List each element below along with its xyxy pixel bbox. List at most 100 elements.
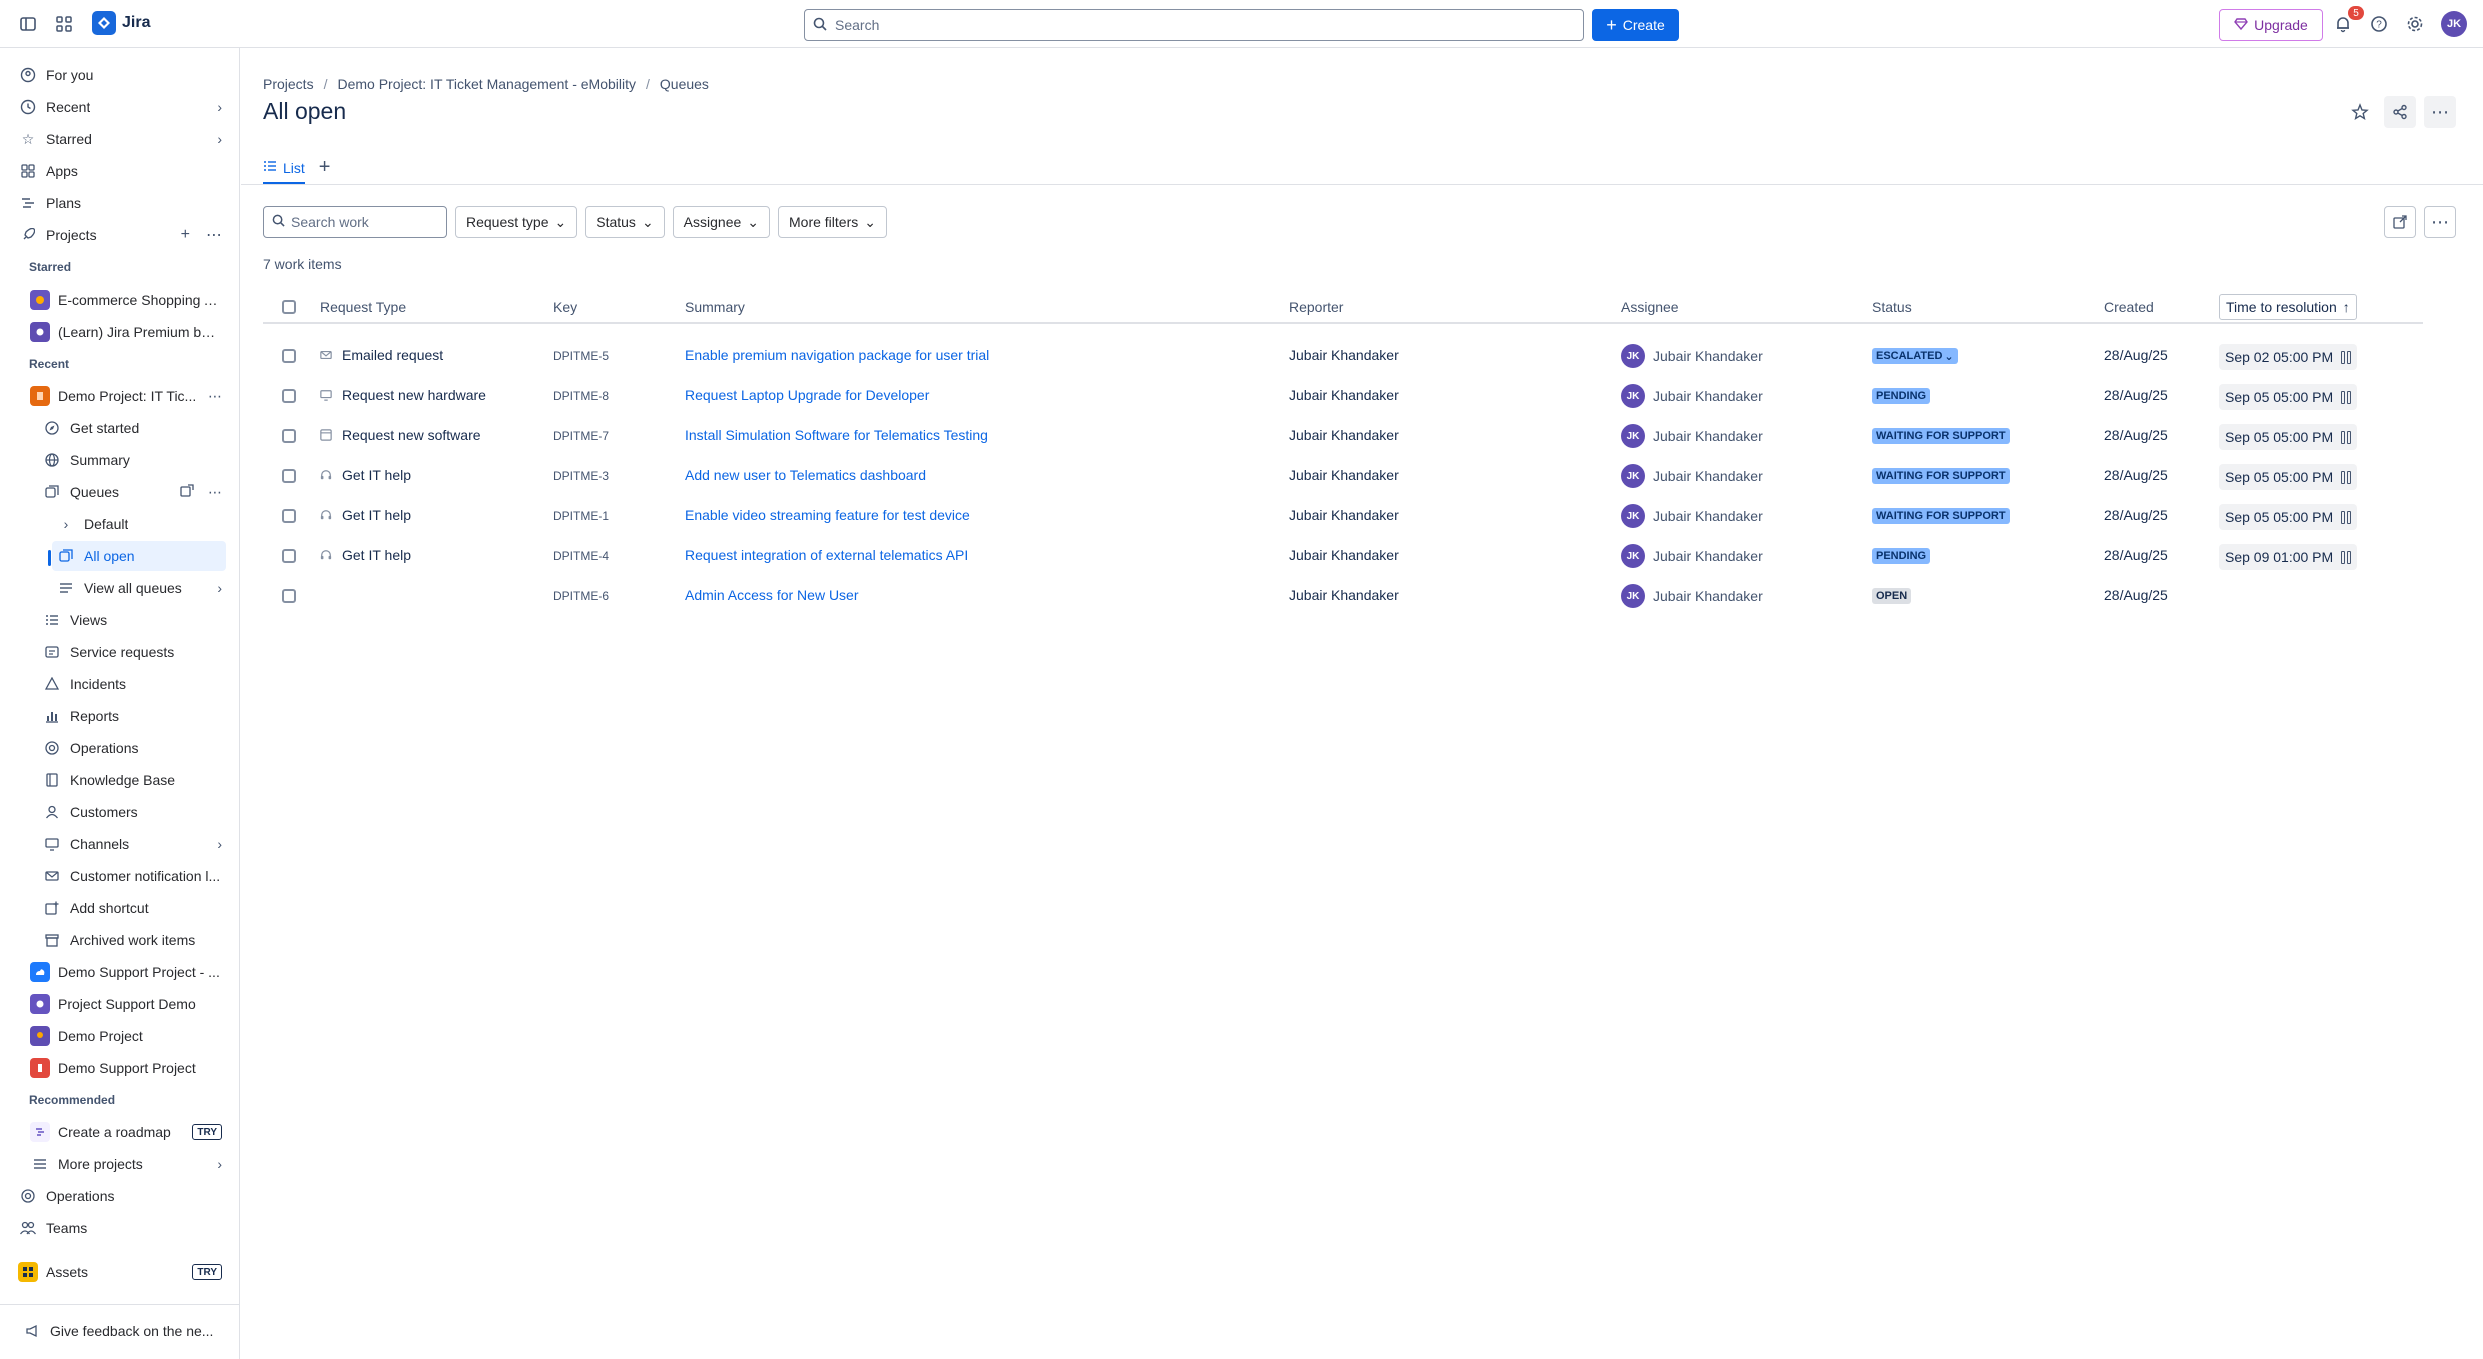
sidebar-toggle-icon[interactable] [16, 12, 40, 36]
sidebar-starred-project[interactable]: (Learn) Jira Premium ben... [30, 317, 222, 347]
jira-logo-icon[interactable] [92, 11, 116, 35]
sidebar-item-recent[interactable]: Recent › [18, 92, 222, 122]
sidebar-item-channels[interactable]: Channels › [42, 829, 222, 859]
row-checkbox[interactable] [282, 509, 296, 523]
settings-gear-icon[interactable] [2403, 12, 2427, 36]
status-badge[interactable]: PENDING [1872, 548, 1931, 564]
table-row[interactable]: Emailed request DPITME-5 Enable premium … [263, 336, 2423, 376]
sidebar-item-summary[interactable]: Summary [42, 445, 222, 475]
sidebar-item-knowledge-base[interactable]: Knowledge Base [42, 765, 222, 795]
filter-more[interactable]: More filters ⌄ [778, 206, 887, 238]
work-item-key[interactable]: DPITME-6 [553, 589, 609, 603]
sidebar-item-default[interactable]: › Default [56, 509, 222, 539]
sidebar-item-queues[interactable]: Queues ⋯ [42, 477, 222, 507]
row-checkbox[interactable] [282, 549, 296, 563]
sidebar-item-plans[interactable]: Plans [18, 188, 222, 218]
status-badge[interactable]: WAITING FOR SUPPORT [1872, 508, 2010, 524]
add-view-icon[interactable]: + [319, 156, 331, 187]
table-row[interactable]: Get IT help DPITME-3 Add new user to Tel… [263, 456, 2423, 496]
sidebar-item-incidents[interactable]: Incidents [42, 669, 222, 699]
row-checkbox[interactable] [282, 589, 296, 603]
breadcrumb-project[interactable]: Demo Project: IT Ticket Management - eMo… [337, 76, 636, 92]
work-search[interactable] [263, 206, 447, 238]
work-item-key[interactable]: DPITME-8 [553, 389, 609, 403]
sidebar-recent-project[interactable]: Project Support Demo [30, 989, 222, 1019]
more-options-icon[interactable]: ⋯ [208, 381, 222, 411]
work-item-summary[interactable]: Enable video streaming feature for test … [685, 507, 970, 523]
work-item-summary[interactable]: Request Laptop Upgrade for Developer [685, 387, 929, 403]
sidebar-current-project[interactable]: Demo Project: IT Tic... ⋯ [30, 381, 222, 411]
status-badge[interactable]: OPEN [1872, 588, 1912, 604]
sidebar-recent-project[interactable]: Demo Support Project [30, 1053, 222, 1083]
status-badge[interactable]: WAITING FOR SUPPORT [1872, 468, 2010, 484]
filter-assignee[interactable]: Assignee ⌄ [672, 206, 770, 238]
work-item-key[interactable]: DPITME-4 [553, 549, 609, 563]
work-item-key[interactable]: DPITME-5 [553, 349, 609, 363]
add-project-icon[interactable]: + [181, 226, 190, 244]
chevron-right-icon[interactable]: › [217, 573, 222, 603]
status-badge[interactable]: PENDING [1872, 388, 1931, 404]
work-item-key[interactable]: DPITME-1 [553, 509, 609, 523]
app-switcher-icon[interactable] [52, 12, 76, 36]
breadcrumb-queues[interactable]: Queues [660, 76, 709, 92]
work-item-summary[interactable]: Install Simulation Software for Telemati… [685, 427, 988, 443]
column-request-type[interactable]: Request Type [320, 299, 406, 315]
sidebar-item-teams[interactable]: Teams [18, 1213, 222, 1243]
tab-list[interactable]: List [263, 159, 305, 184]
sidebar-item-view-all-queues[interactable]: View all queues › [56, 573, 222, 603]
column-assignee[interactable]: Assignee [1621, 299, 1679, 315]
sidebar-item-projects[interactable]: Projects + ⋯ [18, 220, 222, 250]
more-options-icon[interactable]: ⋯ [206, 225, 222, 245]
more-options-icon[interactable]: ⋯ [208, 484, 222, 501]
sidebar-item-add-shortcut[interactable]: Add shortcut [42, 893, 222, 923]
upgrade-button[interactable]: Upgrade [2219, 9, 2323, 41]
filter-status[interactable]: Status ⌄ [585, 206, 665, 238]
column-reporter[interactable]: Reporter [1289, 299, 1343, 315]
search-work-input[interactable] [291, 214, 431, 230]
sidebar-item-customers[interactable]: Customers [42, 797, 222, 827]
column-created[interactable]: Created [2104, 299, 2154, 315]
work-item-summary[interactable]: Add new user to Telematics dashboard [685, 467, 926, 483]
row-checkbox[interactable] [282, 389, 296, 403]
export-icon[interactable] [2384, 206, 2416, 238]
work-item-key[interactable]: DPITME-3 [553, 469, 609, 483]
sidebar-item-archived[interactable]: Archived work items [42, 925, 222, 955]
sidebar-item-views[interactable]: Views [42, 605, 222, 635]
sidebar-item-apps[interactable]: Apps [18, 156, 222, 186]
sidebar-feedback[interactable]: Give feedback on the ne... [22, 1316, 222, 1346]
sidebar-item-get-started[interactable]: Get started [42, 413, 222, 443]
column-status[interactable]: Status [1872, 299, 1912, 315]
sidebar-recent-project[interactable]: Demo Project [30, 1021, 222, 1051]
table-row[interactable]: Get IT help DPITME-4 Request integration… [263, 536, 2423, 576]
edit-queue-icon[interactable] [180, 483, 194, 501]
chevron-right-icon[interactable]: › [217, 829, 222, 859]
column-summary[interactable]: Summary [685, 299, 745, 315]
column-time-to-resolution[interactable]: Time to resolution ↑ [2219, 294, 2357, 320]
sidebar-recent-project[interactable]: Demo Support Project - ... [30, 957, 222, 987]
table-row[interactable]: Get IT help DPITME-1 Enable video stream… [263, 496, 2423, 536]
chevron-right-icon[interactable]: › [217, 92, 222, 122]
sidebar-more-projects[interactable]: More projects › [30, 1149, 222, 1179]
sidebar-create-roadmap[interactable]: Create a roadmap TRY [30, 1117, 222, 1147]
create-button[interactable]: + Create [1592, 9, 1679, 41]
row-checkbox[interactable] [282, 349, 296, 363]
table-row[interactable]: Request new software DPITME-7 Install Si… [263, 416, 2423, 456]
chevron-right-icon[interactable]: › [217, 1149, 222, 1179]
sidebar-item-all-open[interactable]: All open [52, 541, 226, 571]
help-icon[interactable]: ? [2367, 12, 2391, 36]
app-name[interactable]: Jira [122, 14, 150, 32]
work-item-summary[interactable]: Admin Access for New User [685, 587, 859, 603]
share-icon[interactable] [2384, 96, 2416, 128]
global-search[interactable] [804, 9, 1584, 41]
work-item-summary[interactable]: Request integration of external telemati… [685, 547, 968, 563]
row-checkbox[interactable] [282, 469, 296, 483]
search-input[interactable] [835, 17, 1535, 33]
more-options-icon[interactable]: ⋯ [2424, 206, 2456, 238]
star-icon[interactable] [2344, 96, 2376, 128]
chevron-right-icon[interactable]: › [217, 124, 222, 154]
row-checkbox[interactable] [282, 429, 296, 443]
status-badge[interactable]: WAITING FOR SUPPORT [1872, 428, 2010, 444]
sidebar-item-service-requests[interactable]: Service requests [42, 637, 222, 667]
table-row[interactable]: DPITME-6 Admin Access for New User Jubai… [263, 576, 2423, 616]
sidebar-item-operations-global[interactable]: Operations [18, 1181, 222, 1211]
